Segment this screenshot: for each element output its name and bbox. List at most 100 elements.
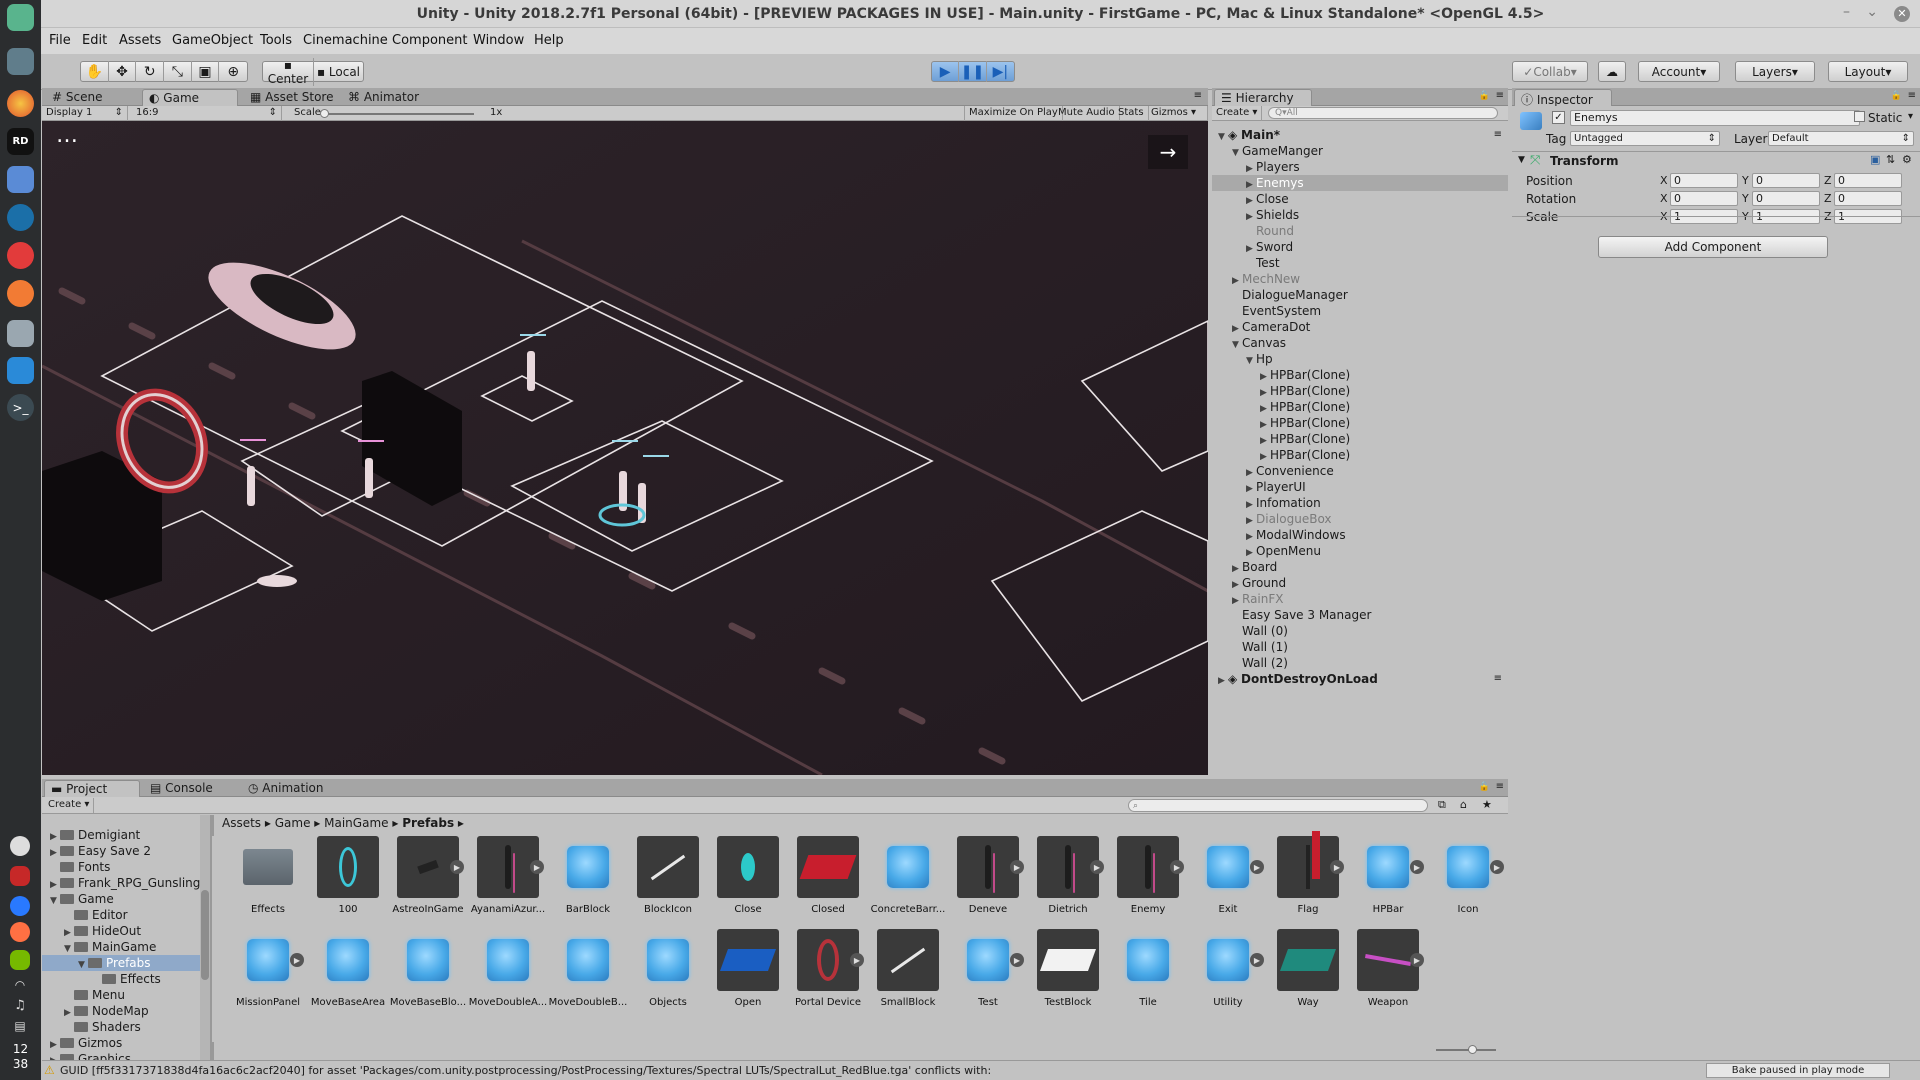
tab-animator[interactable]: ⌘ Animator [342,89,425,106]
object-name-field[interactable]: Enemys [1570,110,1860,126]
hierarchy-row[interactable]: Wall (1) [1212,639,1508,655]
hierarchy-row[interactable]: DialogueManager [1212,287,1508,303]
hierarchy-row[interactable]: ▶ OpenMenu [1212,543,1508,559]
asset-item[interactable]: Open [708,929,788,1023]
hierarchy-row[interactable]: ▶ HPBar(Clone) [1212,383,1508,399]
aspect-dropdown[interactable]: 16:9 ⇕ [132,106,282,121]
transform-tool-icon[interactable]: ⊕ [219,61,247,82]
panel-menu-icon[interactable]: ≡ [1496,90,1504,101]
menu-component[interactable]: Component [392,33,467,48]
project-tree-row[interactable]: Menu [42,987,208,1003]
hierarchy-row[interactable]: ▶ CameraDot [1212,319,1508,335]
collab-dropdown[interactable]: ✓ Collab ▾ [1512,61,1588,82]
tab-scene[interactable]: # Scene [46,89,108,106]
tab-asset-store[interactable]: ▦ Asset Store [244,89,340,106]
tree-scrollbar[interactable] [200,815,210,1060]
tab-animation[interactable]: ◷ Animation [242,780,329,797]
rect-tool-icon[interactable]: ▣ [192,61,220,82]
hierarchy-row[interactable]: ▼ GameManger [1212,143,1508,159]
opera-icon[interactable] [7,242,34,269]
asset-item[interactable]: ▶ Portal Device [788,929,868,1023]
scale-tool-icon[interactable]: ⤡ [164,61,192,82]
tab-inspector[interactable]: ⓘ Inspector [1514,89,1612,107]
hierarchy-row[interactable]: ▶ HPBar(Clone) [1212,399,1508,415]
hierarchy-row[interactable]: ▶ HPBar(Clone) [1212,431,1508,447]
wifi-icon[interactable]: ◠ [10,978,30,992]
restore-icon[interactable]: ⌄ [1866,4,1878,20]
rotation-z-axis-label[interactable]: Z [1824,192,1832,205]
firefox-tray-icon[interactable] [10,922,30,942]
scene-menu-icon[interactable]: ≡ [1494,671,1502,687]
hierarchy-row[interactable]: Round [1212,223,1508,239]
hierarchy-row[interactable]: ▶ Enemys [1212,175,1508,191]
help-icon[interactable]: ▣ [1870,153,1880,166]
project-create-button[interactable]: Create ▾ [44,798,94,813]
clipboard-icon[interactable]: ▤ [10,1019,30,1035]
breadcrumb-game[interactable]: Game [275,816,311,830]
expand-prefab-icon[interactable]: ▶ [290,953,304,967]
hierarchy-row[interactable]: ▶ HPBar(Clone) [1212,415,1508,431]
position-z-field[interactable]: 0 [1834,173,1902,188]
project-tree-row[interactable]: ▶ Easy Save 2 [42,843,208,859]
layout-dropdown[interactable]: Layout ▾ [1828,61,1908,82]
active-checkbox[interactable]: ✓ [1552,111,1565,124]
asset-item[interactable]: ▶ Exit [1188,836,1268,930]
expand-arrow-icon[interactable]: ▼ [1518,155,1525,165]
asset-item[interactable]: ▶ Test [948,929,1028,1023]
asset-item[interactable]: MoveBaseBlo... [388,929,468,1023]
expand-prefab-icon[interactable]: ▶ [1010,860,1024,874]
hierarchy-row[interactable]: ▶ Convenience [1212,463,1508,479]
menu-edit[interactable]: Edit [82,33,107,48]
asset-item[interactable]: BlockIcon [628,836,708,930]
tag-dropdown[interactable]: Untagged ⇕ [1570,131,1720,146]
filter-type-icon[interactable]: ⧉ [1438,798,1446,812]
hierarchy-row[interactable]: ▶ MechNew [1212,271,1508,287]
game-viewport[interactable]: … → [42,121,1208,775]
more-menu-icon[interactable]: … [56,123,79,148]
scale-slider[interactable]: Scale 1x [290,106,530,121]
bluetooth-icon[interactable] [10,896,30,916]
asset-item[interactable]: ▶ Icon [1428,836,1508,930]
project-search-input[interactable]: ⌕ [1128,799,1428,812]
asset-item[interactable]: Closed [788,836,868,930]
lock-icon[interactable]: 🔒 [1479,782,1490,792]
hierarchy-row[interactable]: Wall (0) [1212,623,1508,639]
asset-item[interactable]: Close [708,836,788,930]
preset-icon[interactable]: ⇅ [1886,153,1895,166]
expand-prefab-icon[interactable]: ▶ [1250,860,1264,874]
rider-icon[interactable]: RD [7,128,34,155]
position-y-axis-label[interactable]: Y [1742,174,1749,187]
asset-item[interactable]: Objects [628,929,708,1023]
add-component-button[interactable]: Add Component [1598,236,1828,258]
hierarchy-row[interactable]: EventSystem [1212,303,1508,319]
hierarchy-row[interactable]: ▼ Hp [1212,351,1508,367]
asset-item[interactable]: Way [1268,929,1348,1023]
move-tool-icon[interactable]: ✥ [109,61,137,82]
menu-window[interactable]: Window [473,33,524,48]
project-tree-row[interactable]: Fonts [42,859,208,875]
panel-menu-icon[interactable]: ≡ [1194,90,1202,101]
hierarchy-row[interactable]: ▶ HPBar(Clone) [1212,367,1508,383]
shield-tray-icon[interactable] [10,866,30,886]
expand-prefab-icon[interactable]: ▶ [530,860,544,874]
project-tree-row[interactable]: ▶ NodeMap [42,1003,208,1019]
favorite-star-icon[interactable]: ★ [1482,798,1492,811]
menu-cinemachine[interactable]: Cinemachine [303,33,388,48]
rotation-x-axis-label[interactable]: X [1660,192,1668,205]
asset-item[interactable]: ▶ Weapon [1348,929,1428,1023]
expand-prefab-icon[interactable]: ▶ [1410,860,1424,874]
asset-item[interactable]: MoveDoubleB... [548,929,628,1023]
asset-item[interactable]: ▶ Enemy [1108,836,1188,930]
rotation-y-axis-label[interactable]: Y [1742,192,1749,205]
chrome-icon[interactable] [7,90,34,117]
steam-tray-icon[interactable] [10,836,30,856]
close-window-icon[interactable]: ✕ [1894,6,1910,22]
panel-menu-icon[interactable]: ≡ [1496,781,1504,792]
asset-item[interactable]: ▶ Deneve [948,836,1028,930]
hierarchy-row[interactable]: ▶ ModalWindows [1212,527,1508,543]
asset-item[interactable]: SmallBlock [868,929,948,1023]
chevron-down-icon[interactable]: ▾ [1908,111,1913,122]
hierarchy-row[interactable]: ▼ Canvas [1212,335,1508,351]
hierarchy-row[interactable]: ▶ Infomation [1212,495,1508,511]
position-x-field[interactable]: 0 [1670,173,1738,188]
